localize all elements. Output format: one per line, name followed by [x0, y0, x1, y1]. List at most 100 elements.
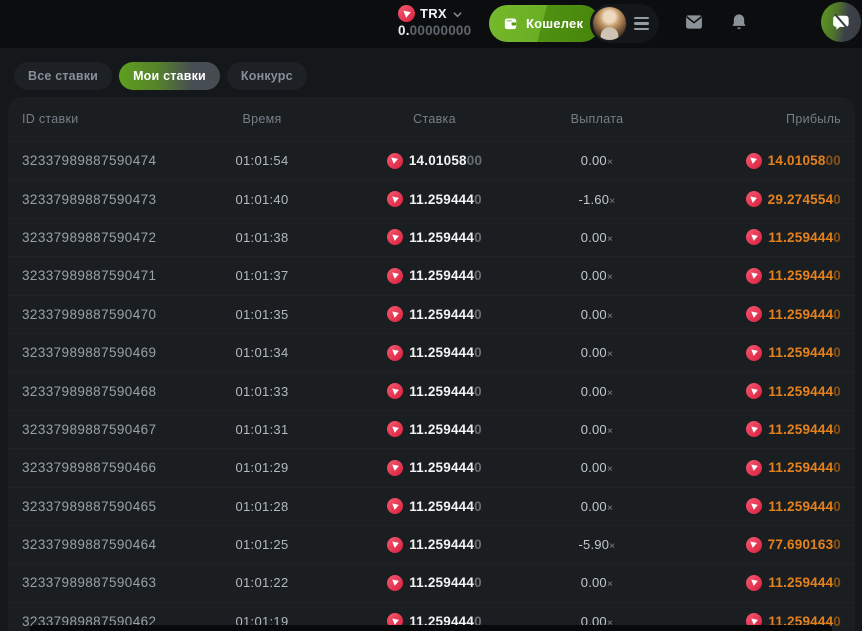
- profit-cell: 11.2594440: [647, 575, 841, 591]
- wallet-button-label: Кошелек: [526, 16, 583, 31]
- profit-amount: 11.259444: [768, 384, 833, 399]
- tab-contest[interactable]: Конкурс: [227, 62, 307, 90]
- payout-cell: 0.00×: [547, 230, 647, 245]
- wallet-icon: [502, 15, 519, 32]
- payout-multiplier-suffix: ×: [607, 463, 613, 475]
- profit-amount: 11.259444: [768, 268, 833, 283]
- bets-tabs: Все ставки Мои ставки Конкурс: [0, 48, 862, 90]
- payout-multiplier: 0.00: [581, 384, 607, 399]
- bet-id: 32337989887590472: [22, 230, 202, 245]
- table-body: 32337989887590474 01:01:54 14.0105800 0.…: [8, 141, 855, 631]
- bet-id: 32337989887590474: [22, 153, 202, 168]
- trx-coin-icon: [746, 191, 762, 207]
- profit-amount-trailing: 0: [833, 614, 841, 629]
- user-menu[interactable]: [590, 4, 659, 43]
- bet-time: 01:01:31: [202, 422, 322, 437]
- chevron-down-icon: [452, 9, 463, 20]
- bet-time: 01:01:28: [202, 499, 322, 514]
- payout-multiplier-suffix: ×: [607, 310, 613, 322]
- profit-amount: 14.01058: [768, 153, 826, 168]
- profit-amount: 11.259444: [768, 345, 833, 360]
- table-row[interactable]: 32337989887590469 01:01:34 11.2594440 0.…: [8, 333, 855, 371]
- bet-time: 01:01:25: [202, 537, 322, 552]
- bet-amount: 11.259444: [409, 460, 474, 475]
- payout-multiplier-suffix: ×: [607, 348, 613, 360]
- profit-amount-trailing: 0: [833, 460, 841, 475]
- bet-id: 32337989887590466: [22, 460, 202, 475]
- bet-amount: 11.259444: [409, 307, 474, 322]
- table-row[interactable]: 32337989887590470 01:01:35 11.2594440 0.…: [8, 295, 855, 333]
- trx-coin-icon: [746, 460, 762, 476]
- payout-multiplier: 0.00: [581, 575, 607, 590]
- profit-cell: 14.0105800: [647, 153, 841, 169]
- payout-multiplier-suffix: ×: [607, 578, 613, 590]
- payout-multiplier-suffix: ×: [607, 502, 613, 514]
- column-header-payout: Выплата: [547, 112, 647, 126]
- bet-amount: 11.259444: [409, 575, 474, 590]
- profit-cell: 11.2594440: [647, 421, 841, 437]
- profit-amount-trailing: 0: [833, 230, 841, 245]
- bet-time: 01:01:38: [202, 230, 322, 245]
- table-row[interactable]: 32337989887590466 01:01:29 11.259444 0 0.…: [8, 448, 855, 486]
- profit-cell: 11.2594440: [647, 383, 841, 399]
- bet-time: 01:01:34: [202, 345, 322, 360]
- payout-multiplier: 0.00: [581, 153, 607, 168]
- bet-amount-trailing: 0: [474, 575, 482, 590]
- table-row[interactable]: 32337989887590471 01:01:37 11.2594440 0.…: [8, 256, 855, 294]
- payout-multiplier: 0.00: [581, 499, 607, 514]
- trx-coin-icon: [746, 268, 762, 284]
- trx-coin-icon: [387, 575, 403, 591]
- tab-all-bets[interactable]: Все ставки: [14, 62, 112, 90]
- profit-amount: 11.259444: [768, 422, 833, 437]
- profit-amount: 29.274554: [768, 192, 834, 207]
- table-row[interactable]: 32337989887590472 01:01:38 11.2594440 0.…: [8, 218, 855, 256]
- column-header-bet-id: ID ставки: [22, 112, 202, 126]
- table-row[interactable]: 32337989887590473 01:01:40 11.2594440 -1…: [8, 179, 855, 217]
- table-row[interactable]: 32337989887590467 01:01:31 11.2594440 0.…: [8, 410, 855, 448]
- mail-button[interactable]: [684, 12, 704, 35]
- trx-coin-icon: [387, 153, 403, 169]
- trx-coin-icon: [387, 498, 403, 514]
- profit-cell: 77.6901630: [647, 537, 841, 553]
- hamburger-icon[interactable]: [634, 17, 649, 30]
- notifications-button[interactable]: [729, 12, 749, 35]
- bet-time: 01:01:54: [202, 153, 322, 168]
- bet-amount-cell: 11.2594440: [322, 229, 547, 245]
- trx-coin-icon: [746, 383, 762, 399]
- payout-cell: 0.00×: [547, 422, 647, 437]
- payout-cell: 0.00×: [547, 307, 647, 322]
- bet-id: 32337989887590463: [22, 575, 202, 590]
- wallet-button[interactable]: Кошелек: [489, 5, 600, 42]
- avatar[interactable]: [593, 7, 626, 40]
- bet-amount-trailing: 0: [474, 384, 482, 399]
- tab-my-bets[interactable]: Мои ставки: [119, 62, 220, 90]
- bet-id: 32337989887590467: [22, 422, 202, 437]
- bet-amount-trailing: 00: [467, 153, 482, 168]
- payout-multiplier: 0.00: [581, 460, 607, 475]
- trx-coin-icon: [746, 345, 762, 361]
- bet-id: 32337989887590469: [22, 345, 202, 360]
- bet-id: 32337989887590470: [22, 307, 202, 322]
- profit-amount: 11.259444: [768, 499, 833, 514]
- profit-amount: 11.259444: [768, 575, 833, 590]
- table-row[interactable]: 32337989887590463 01:01:22 11.2594440 0.…: [8, 563, 855, 601]
- table-row[interactable]: 32337989887590465 01:01:28 11.2594440 0.…: [8, 487, 855, 525]
- chat-toggle-button[interactable]: [821, 2, 861, 42]
- profit-amount-trailing: 0: [833, 422, 841, 437]
- trx-coin-icon: [387, 537, 403, 553]
- horizontal-scrollbar[interactable]: [30, 625, 832, 631]
- profit-amount-trailing: 0: [833, 499, 841, 514]
- table-row[interactable]: 32337989887590468 01:01:33 11.2594440 0.…: [8, 371, 855, 409]
- trx-coin-icon: [746, 537, 762, 553]
- payout-multiplier: 0.00: [581, 307, 607, 322]
- profit-amount-trailing: 0: [833, 537, 841, 552]
- currency-selector[interactable]: TRX 0.00000000: [398, 5, 471, 38]
- payout-cell: 0.00×: [547, 384, 647, 399]
- bet-amount-trailing: 0: [474, 422, 482, 437]
- bet-time: 01:01:29: [202, 460, 322, 475]
- trx-coin-icon: [398, 5, 415, 22]
- profit-amount-trailing: 0: [833, 345, 841, 360]
- table-header-row: ID ставки Время Ставка Выплата Прибыль: [8, 97, 855, 141]
- table-row[interactable]: 32337989887590474 01:01:54 14.0105800 0.…: [8, 141, 855, 179]
- table-row[interactable]: 32337989887590464 01:01:25 11.2594440 -5…: [8, 525, 855, 563]
